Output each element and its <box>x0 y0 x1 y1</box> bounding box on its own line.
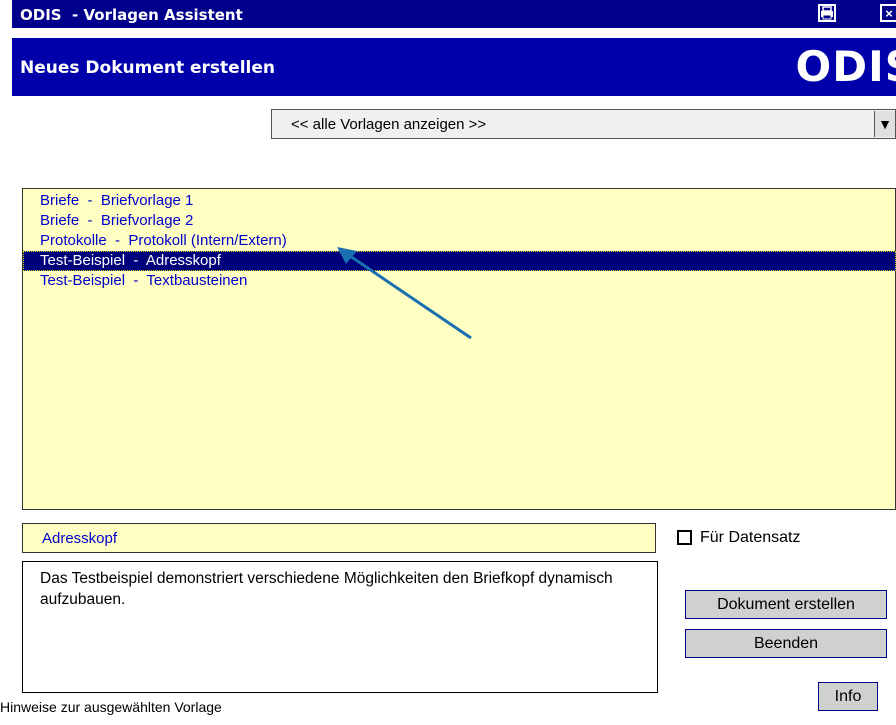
window-title: ODIS - Vorlagen Assistent <box>20 6 243 24</box>
list-item[interactable]: Briefe - Briefvorlage 1 <box>23 191 896 211</box>
chevron-down-icon[interactable]: ▼ <box>874 111 895 137</box>
title-bar: ODIS - Vorlagen Assistent × <box>12 0 896 28</box>
create-document-button[interactable]: Dokument erstellen <box>685 590 887 619</box>
list-item[interactable]: Test-Beispiel - Textbausteinen <box>23 271 896 291</box>
info-button[interactable]: Info <box>818 682 878 711</box>
for-record-label[interactable]: Für Datensatz <box>700 529 800 547</box>
template-filter-value: << alle Vorlagen anzeigen >> <box>291 116 487 133</box>
template-name-value: Adresskopf <box>42 530 118 547</box>
list-item[interactable]: Briefe - Briefvorlage 2 <box>23 211 896 231</box>
quit-button[interactable]: Beenden <box>685 629 887 658</box>
list-item-selected[interactable]: Test-Beispiel - Adresskopf <box>23 251 896 271</box>
template-description: Das Testbeispiel demonstriert verschiede… <box>40 570 613 608</box>
description-hint-label: Hinweise zur ausgewählten Vorlage <box>0 699 222 715</box>
template-filter-dropdown[interactable]: << alle Vorlagen anzeigen >> ▼ <box>271 109 896 139</box>
list-item[interactable]: Protokolle - Protokoll (Intern/Extern) <box>23 231 896 251</box>
template-list[interactable]: Briefe - Briefvorlage 1 Briefe - Briefvo… <box>22 188 896 510</box>
page-header: Neues Dokument erstellen ODIS <box>12 38 896 96</box>
printer-icon[interactable] <box>818 4 836 22</box>
for-record-checkbox[interactable] <box>677 530 692 545</box>
printer-icon-graphic <box>821 6 833 20</box>
close-icon[interactable]: × <box>880 4 896 22</box>
template-name-field: Adresskopf <box>22 523 656 553</box>
template-description-box: Das Testbeispiel demonstriert verschiede… <box>22 561 658 693</box>
page-title: Neues Dokument erstellen <box>20 58 275 78</box>
odis-logo: ODIS <box>795 42 896 91</box>
